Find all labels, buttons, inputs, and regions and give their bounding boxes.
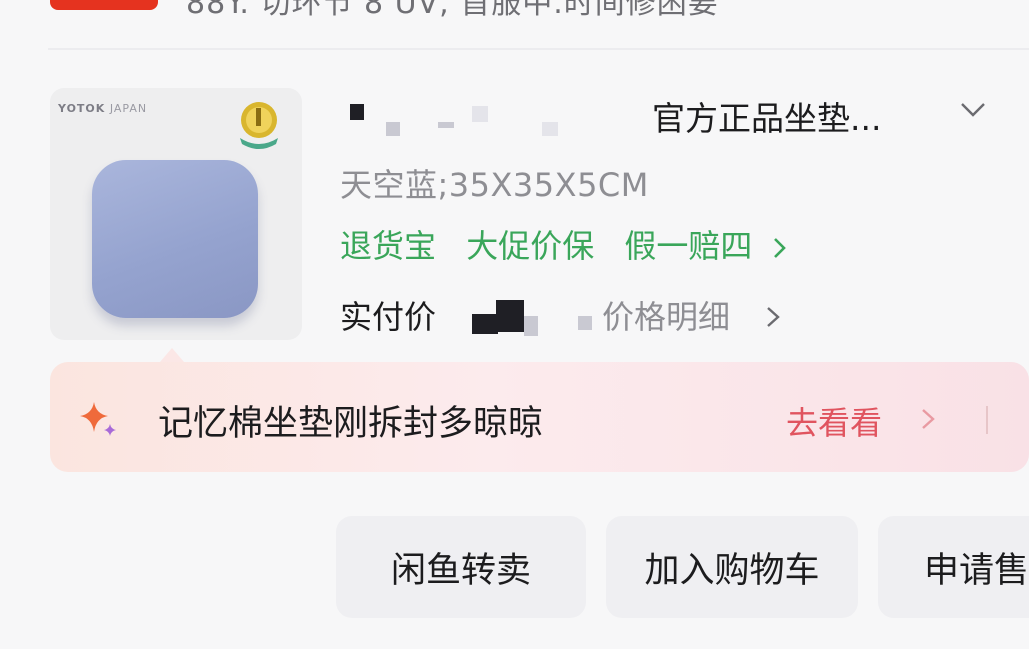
brand-name: YOTOK: [58, 102, 106, 115]
product-item[interactable]: YOTOK JAPAN 官方正品坐垫... 天空蓝;35X35X5CM 退货宝 …: [0, 88, 1029, 348]
cushion-image: [92, 160, 258, 318]
store-badge[interactable]: [50, 0, 158, 10]
service-tags[interactable]: 退货宝 大促价保 假一赔四: [340, 221, 791, 267]
service-return-insurance[interactable]: 退货宝: [340, 227, 436, 265]
chevron-right-icon[interactable]: [920, 404, 938, 434]
redaction-block: [524, 316, 538, 336]
product-brand: YOTOK JAPAN: [58, 102, 147, 115]
redaction-block: [472, 106, 488, 122]
redaction-block: [578, 316, 592, 330]
brand-sub: JAPAN: [109, 102, 148, 115]
resell-button[interactable]: 闲鱼转卖: [336, 516, 586, 618]
tip-text: 记忆棉坐垫刚拆封多晾晾: [158, 404, 544, 444]
product-title-row[interactable]: 官方正品坐垫...: [340, 88, 1029, 138]
apply-after-sale-button[interactable]: 申请售: [878, 516, 1029, 618]
action-bar: 闲鱼转卖 加入购物车 申请售: [0, 516, 1029, 618]
paid-price-label: 实付价: [340, 298, 437, 336]
chevron-down-icon[interactable]: [958, 98, 988, 122]
product-spec: 天空蓝;35X35X5CM: [340, 166, 649, 204]
redaction-block: [472, 314, 498, 334]
go-look-link[interactable]: 去看看: [786, 398, 882, 444]
redaction-block: [542, 122, 558, 136]
redaction-block: [438, 122, 454, 128]
redaction-block: [386, 122, 400, 136]
divider: [986, 406, 988, 434]
order-detail-page: 88Y. 切环节 8 UV, 首服中.时间修困要 YOTOK JAPAN 官方正…: [0, 0, 1029, 649]
redaction-block: [496, 300, 524, 332]
divider: [48, 48, 1029, 50]
chevron-right-icon[interactable]: [769, 234, 791, 262]
service-price-protect[interactable]: 大促价保: [466, 227, 594, 265]
add-to-cart-button[interactable]: 加入购物车: [606, 516, 858, 618]
tip-banner[interactable]: 记忆棉坐垫刚拆封多晾晾 去看看: [50, 362, 1029, 472]
redaction-block: [350, 104, 364, 120]
product-title: 官方正品坐垫...: [652, 99, 882, 138]
top-strip: 88Y. 切环节 8 UV, 首服中.时间修困要: [0, 0, 1029, 50]
product-thumbnail[interactable]: YOTOK JAPAN: [50, 88, 302, 340]
award-medal-icon: [240, 102, 278, 149]
cut-off-notice: 88Y. 切环节 8 UV, 首服中.时间修困要: [186, 0, 719, 21]
sparkle-icon: [80, 402, 116, 436]
paid-price-row: 实付价 价格明细: [340, 292, 1029, 336]
banner-pointer: [160, 348, 184, 362]
service-fake-compensation[interactable]: 假一赔四: [624, 227, 752, 265]
price-detail-link[interactable]: 价格明细: [602, 292, 730, 338]
chevron-right-icon[interactable]: [764, 302, 784, 332]
